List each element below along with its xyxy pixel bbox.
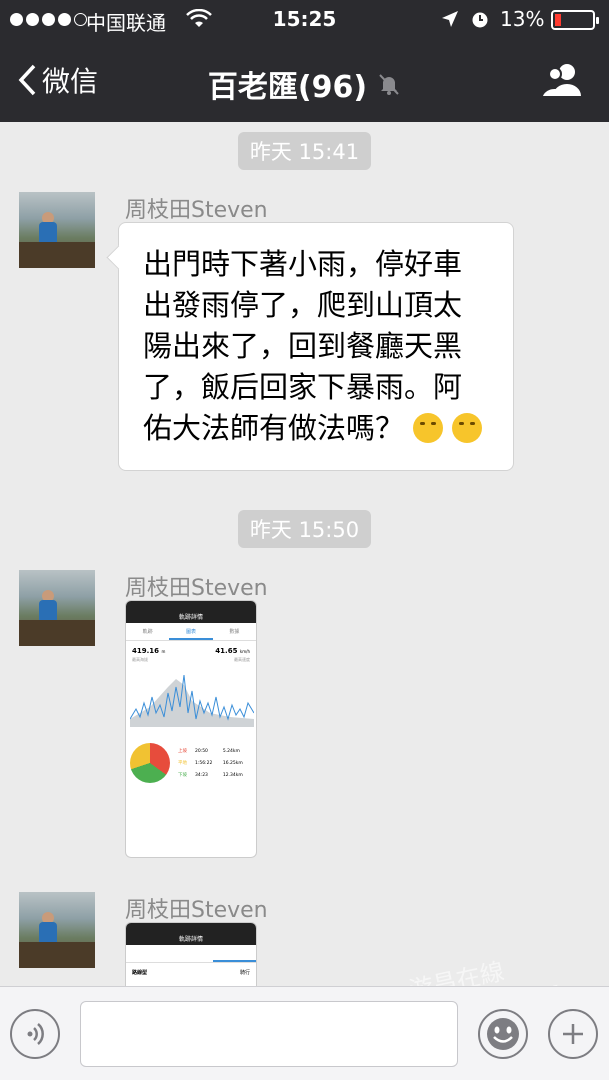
avatar[interactable]: [19, 570, 95, 646]
image-tabs: 軌跡 圖表 數據: [126, 623, 256, 641]
plus-icon: [563, 1024, 583, 1044]
image-row: 路線型 騎行: [132, 970, 250, 976]
timestamp: 昨天 15:50: [0, 510, 609, 548]
top-bar: 中国联通 15:25 13% 微信 百老匯(96): [0, 0, 609, 122]
group-people-icon: [543, 64, 581, 96]
battery-percent: 13%: [500, 7, 545, 31]
image-pie-row: 上坡 20:50 5.24km 平地 1:56:22 16.25km 下坡 34:23 12…: [126, 737, 256, 789]
image-header: 軌跡詳情: [126, 601, 256, 623]
voice-icon: [27, 1023, 44, 1045]
nav-bar: 微信 百老匯(96): [0, 40, 609, 122]
image-stats: 419.16 m 41.65 km/h: [132, 647, 250, 655]
battery-icon: [551, 10, 599, 30]
elevation-speed-chart: [129, 674, 255, 727]
chat-title: 百老匯(96): [0, 62, 609, 106]
image-tabs: [126, 945, 256, 963]
thinking-emoji-icon: [413, 413, 444, 443]
image-table: 上坡 20:50 5.24km 平地 1:56:22 16.25km 下坡 34:23 12…: [178, 748, 243, 779]
sender-name: 周枝田Steven: [125, 576, 268, 601]
timestamp: 昨天 15:41: [0, 132, 609, 170]
status-bar: 中国联通 15:25 13%: [0, 0, 609, 40]
avatar[interactable]: [19, 192, 95, 268]
message-input[interactable]: [80, 1001, 458, 1067]
image-message[interactable]: 軌跡詳情 路線型 騎行: [125, 922, 257, 986]
message-bubble[interactable]: 出門時下著小雨，停好車出發雨停了，爬到山頂太陽出來了，回到餐廳天黑了，飯后回家下…: [118, 222, 514, 471]
location-icon: [440, 9, 460, 34]
image-stat-labels: 最高海拔 最高速度: [132, 657, 250, 662]
emoji-icon: [487, 1018, 519, 1050]
group-info-button[interactable]: [541, 62, 585, 102]
mute-bell-icon: [379, 74, 399, 95]
input-bar: [0, 986, 609, 1080]
thinking-emoji-icon: [452, 413, 483, 443]
chat-title-text: 百老匯(96): [207, 70, 368, 105]
message-text: 出門時下著小雨，停好車出發雨停了，爬到山頂太陽出來了，回到餐廳天黑了，飯后回家下…: [143, 247, 463, 445]
chat-area[interactable]: 昨天 15:41 周枝田Steven 出門時下著小雨，停好車出發雨停了，爬到山頂…: [0, 122, 609, 986]
sender-name: 周枝田Steven: [125, 898, 268, 923]
pie-chart: [130, 743, 170, 783]
voice-button[interactable]: [10, 1009, 60, 1059]
alarm-icon: [470, 9, 490, 34]
image-header: 軌跡詳情: [126, 923, 256, 945]
sender-name: 周枝田Steven: [125, 198, 268, 223]
avatar[interactable]: [19, 892, 95, 968]
emoji-button[interactable]: [478, 1009, 528, 1059]
more-button[interactable]: [548, 1009, 598, 1059]
image-message[interactable]: 軌跡詳情 軌跡 圖表 數據 419.16 m 41.65 km/h 最高海拔 最…: [125, 600, 257, 858]
